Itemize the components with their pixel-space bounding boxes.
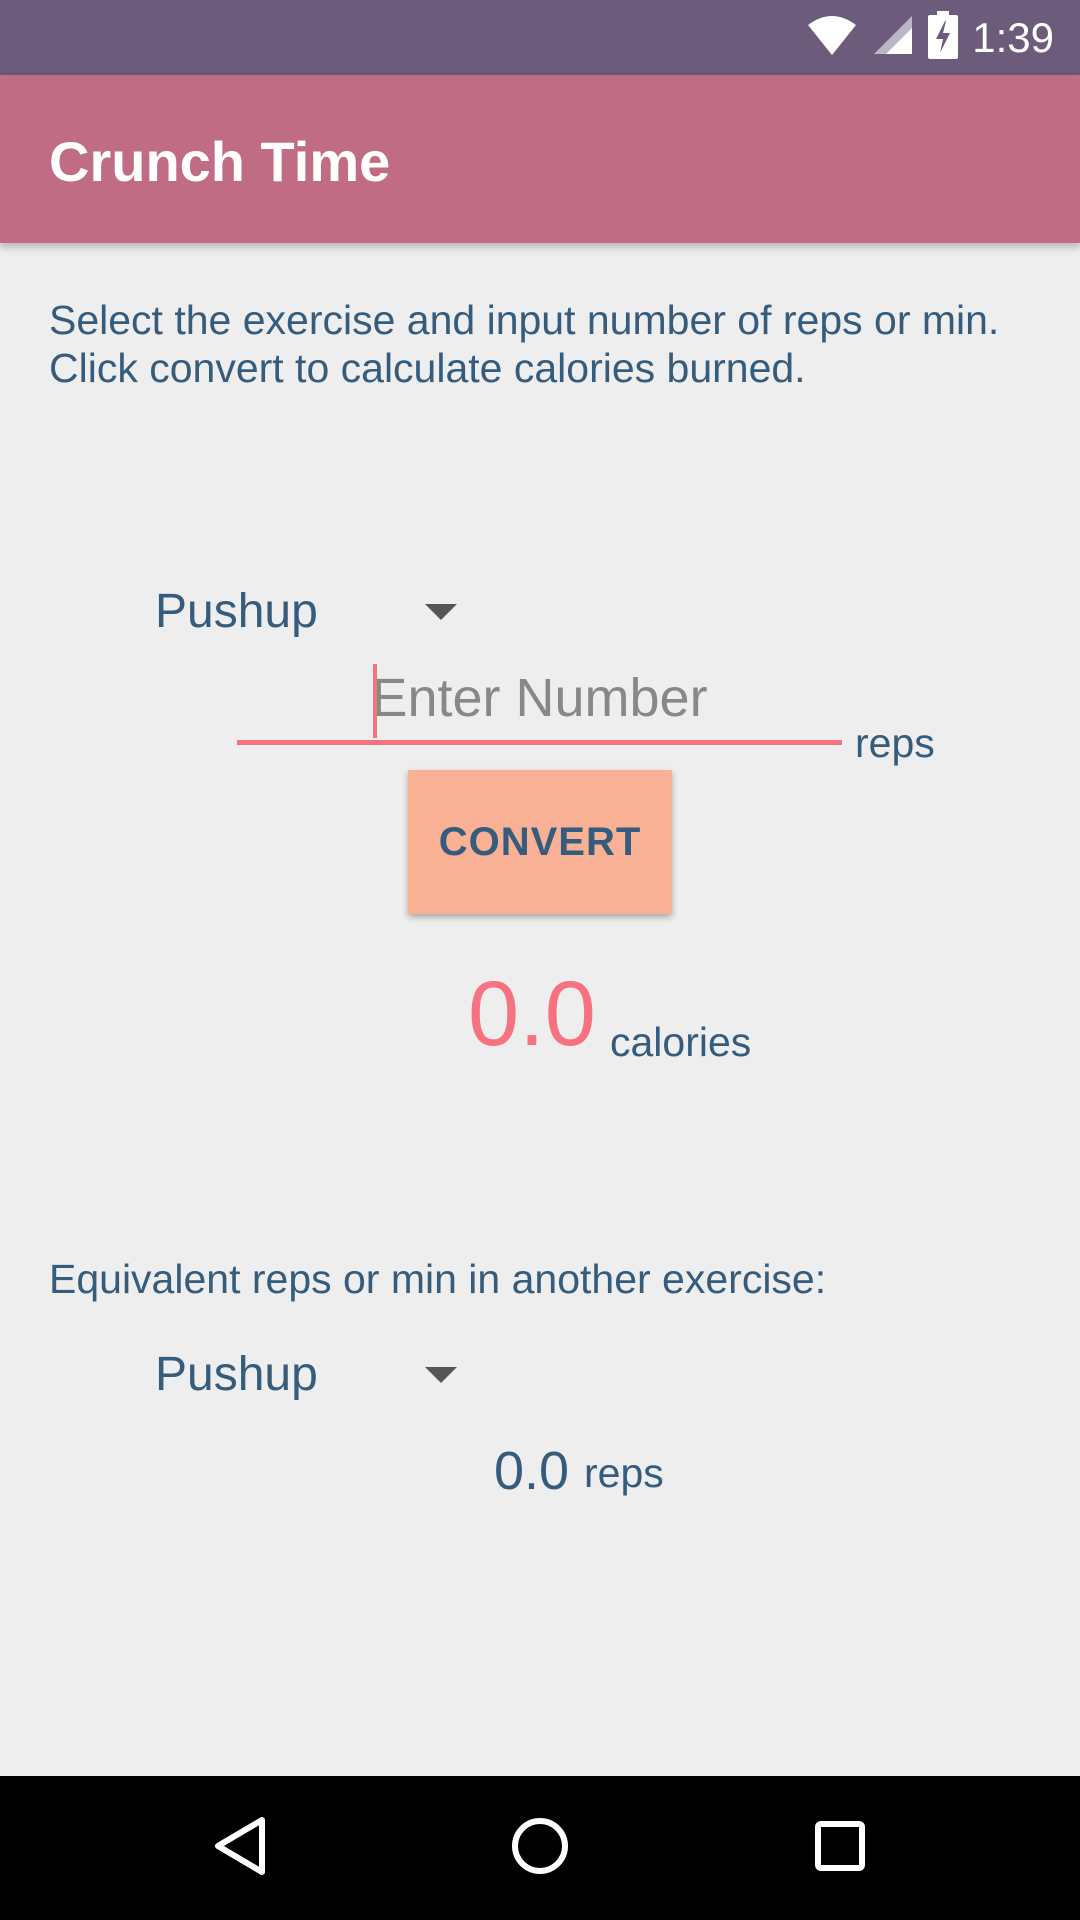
equivalent-value: 0.0: [494, 1441, 570, 1501]
wifi-icon: [806, 13, 858, 62]
cell-signal-icon: [872, 14, 914, 61]
home-icon: [511, 1817, 569, 1880]
home-button[interactable]: [440, 1776, 640, 1920]
app-bar: Crunch Time: [0, 75, 1080, 243]
calories-unit-label: calories: [610, 1019, 752, 1065]
exercise-spinner-label: Pushup: [155, 585, 318, 638]
instructions-line-2: Click convert to calculate calories burn…: [49, 345, 806, 391]
convert-button[interactable]: CONVERT: [408, 770, 672, 914]
instructions-text: Select the exercise and input number of …: [49, 296, 1049, 392]
recents-button[interactable]: [740, 1776, 940, 1920]
exercise-spinner[interactable]: Pushup: [155, 584, 457, 639]
equivalent-label: Equivalent reps or min in another exerci…: [49, 1256, 827, 1302]
dropdown-arrow-icon: [425, 1366, 457, 1383]
equivalent-spinner-label: Pushup: [155, 1348, 318, 1401]
recents-icon: [814, 1820, 866, 1877]
status-time: 1:39: [972, 13, 1054, 61]
app-title: Crunch Time: [49, 130, 391, 193]
status-bar: 1:39: [0, 0, 1080, 75]
back-button[interactable]: [140, 1776, 340, 1920]
instructions-line-1: Select the exercise and input number of …: [49, 297, 1000, 343]
equivalent-unit-label: reps: [584, 1450, 664, 1496]
text-cursor: [373, 664, 377, 738]
calories-value: 0.0: [468, 963, 596, 1065]
battery-charging-icon: [928, 11, 959, 64]
number-input[interactable]: [237, 655, 842, 745]
input-unit-label: reps: [855, 720, 935, 766]
navigation-bar: [0, 1776, 1080, 1920]
status-icons: 1:39: [806, 0, 1054, 75]
screen: 1:39 Crunch Time Select the exercise and…: [0, 0, 1080, 1920]
dropdown-arrow-icon: [425, 603, 457, 620]
equivalent-exercise-spinner[interactable]: Pushup: [155, 1347, 457, 1402]
back-icon: [212, 1816, 268, 1881]
